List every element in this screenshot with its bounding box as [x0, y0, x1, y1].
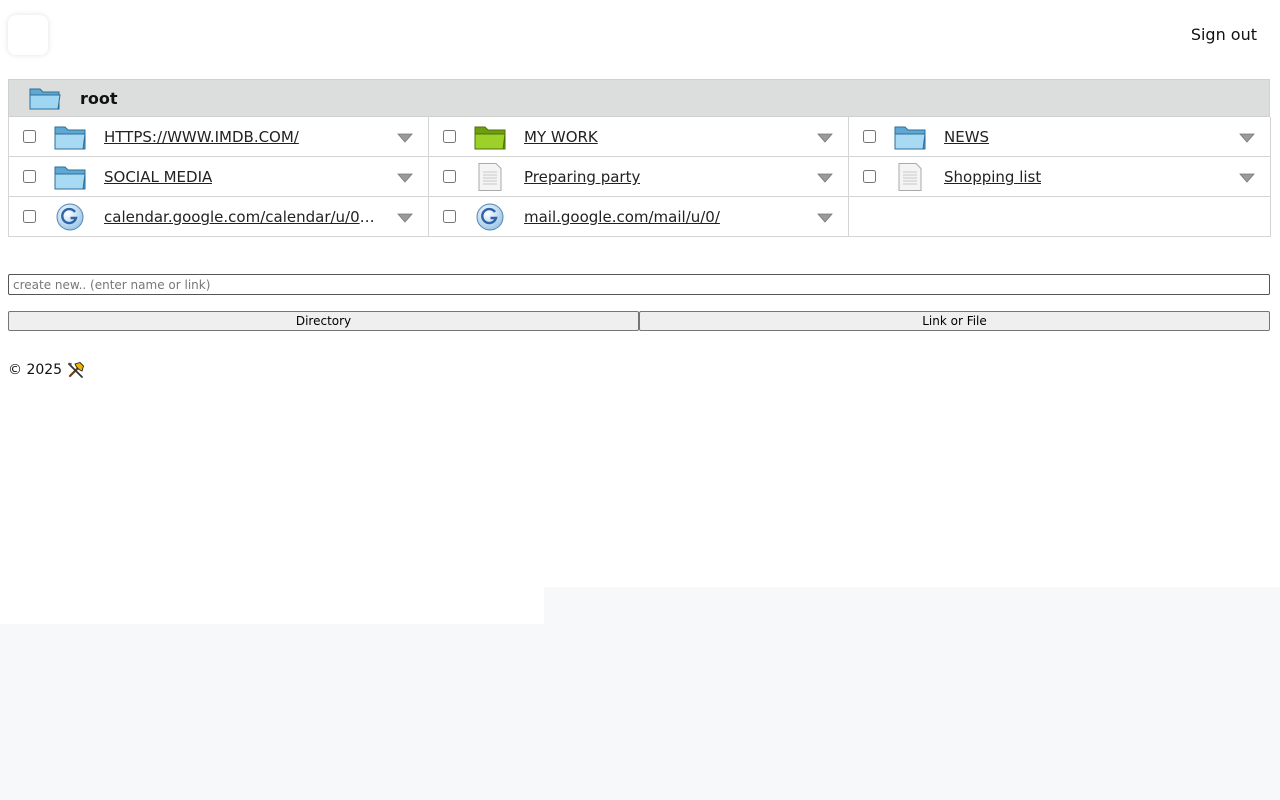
item-checkbox[interactable] [443, 170, 456, 183]
empty-cell [849, 197, 1271, 237]
item-link[interactable]: Shopping list [944, 168, 1041, 186]
list-item: NEWS [849, 117, 1271, 157]
list-item: HTTPS://WWW.IMDB.COM/ [9, 117, 429, 157]
item-checkbox[interactable] [443, 210, 456, 223]
folder-icon [54, 166, 86, 190]
chevron-down-icon[interactable] [817, 213, 833, 223]
folder-icon [54, 126, 86, 150]
logo[interactable] [8, 15, 48, 55]
sign-out-link[interactable]: Sign out [1191, 25, 1257, 44]
chevron-down-icon[interactable] [817, 173, 833, 183]
item-link[interactable]: mail.google.com/mail/u/0/ [524, 208, 720, 226]
item-checkbox[interactable] [23, 210, 36, 223]
item-checkbox[interactable] [863, 170, 876, 183]
folder-icon [894, 126, 926, 150]
document-icon [478, 163, 502, 191]
list-item: calendar.google.com/calendar/u/0/r... [9, 197, 429, 237]
folder-green-icon [474, 126, 506, 150]
item-checkbox[interactable] [443, 130, 456, 143]
chevron-down-icon[interactable] [397, 213, 413, 223]
create-directory-button[interactable]: Directory [8, 311, 639, 331]
item-link[interactable]: Preparing party [524, 168, 640, 186]
list-item: SOCIAL MEDIA [9, 157, 429, 197]
item-grid: HTTPS://WWW.IMDB.COM/ MY WORK NEWS SOCIA… [8, 117, 1271, 237]
item-link[interactable]: MY WORK [524, 128, 598, 146]
item-checkbox[interactable] [23, 130, 36, 143]
chevron-down-icon[interactable] [817, 133, 833, 143]
list-item: mail.google.com/mail/u/0/ [429, 197, 849, 237]
create-new-input[interactable] [8, 274, 1270, 295]
directory-panel: root HTTPS://WWW.IMDB.COM/ MY WORK NEWS … [8, 79, 1271, 237]
chevron-down-icon[interactable] [1239, 173, 1255, 183]
tools-icon[interactable] [67, 361, 85, 379]
google-icon [476, 203, 504, 231]
list-item: MY WORK [429, 117, 849, 157]
breadcrumb: root [8, 79, 1270, 117]
chevron-down-icon[interactable] [397, 133, 413, 143]
footer: © 2025 [8, 361, 85, 379]
item-link[interactable]: HTTPS://WWW.IMDB.COM/ [104, 128, 299, 146]
item-checkbox[interactable] [23, 170, 36, 183]
item-checkbox[interactable] [863, 130, 876, 143]
create-link-or-file-button[interactable]: Link or File [639, 311, 1270, 331]
list-item: Shopping list [849, 157, 1271, 197]
header: Sign out [0, 0, 1280, 72]
item-link[interactable]: SOCIAL MEDIA [104, 168, 212, 186]
list-item: Preparing party [429, 157, 849, 197]
page-background-lower [0, 587, 544, 624]
breadcrumb-root[interactable]: root [80, 89, 118, 108]
chevron-down-icon[interactable] [1239, 133, 1255, 143]
document-icon [898, 163, 922, 191]
chevron-down-icon[interactable] [397, 173, 413, 183]
item-link[interactable]: NEWS [944, 128, 989, 146]
item-link[interactable]: calendar.google.com/calendar/u/0/r... [104, 208, 376, 226]
google-icon [56, 203, 84, 231]
copyright-text: © 2025 [8, 362, 63, 378]
folder-open-icon[interactable] [29, 85, 61, 111]
